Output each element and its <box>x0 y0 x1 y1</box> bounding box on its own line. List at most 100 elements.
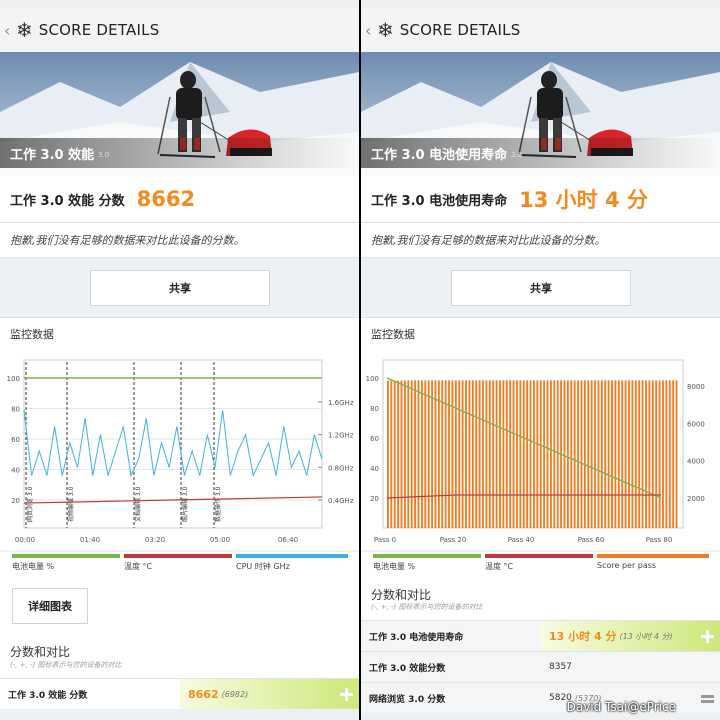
hero-label: 工作 3.0 效能 3.0 <box>0 138 359 168</box>
compare-row-score: 8357 <box>549 662 572 672</box>
score-bar <box>570 380 573 528</box>
back-icon[interactable]: ‹ <box>4 21 14 40</box>
share-button[interactable]: 共享 <box>451 270 631 306</box>
segment-label: 数据操作 3.0 <box>214 486 222 522</box>
score-bar <box>448 380 450 528</box>
compare-subtitle: (-, +, -) 图标表示与您的设备的对比 <box>10 661 122 669</box>
score-bar <box>482 380 484 528</box>
score-bar <box>502 380 505 528</box>
hero-title: 工作 3.0 效能 <box>10 147 95 163</box>
score-label: 工作 3.0 电池使用寿命 <box>371 193 508 209</box>
compare-row-battery[interactable]: 工作 3.0 电池使用寿命 13 小时 4 分 (13 小时 4 分) <box>361 620 720 651</box>
score-bar <box>536 380 539 528</box>
score-bar <box>492 380 495 528</box>
score-bar <box>533 380 535 528</box>
y-right-tick-label: 0.8GHz <box>328 464 354 472</box>
right-monitor-chart: 100 80 60 40 20 8000 6000 4000 2000 Pass 0 Pass 20… <box>366 359 705 544</box>
score-bar <box>546 380 549 528</box>
score-bar <box>478 380 481 528</box>
y-tick-label: 20 <box>11 497 20 505</box>
score-bar <box>553 380 556 528</box>
score-bar <box>543 380 546 528</box>
score-bar <box>658 380 661 528</box>
score-bar <box>485 380 488 528</box>
score-bar <box>587 380 590 528</box>
score-bar <box>600 380 603 528</box>
score-bar <box>465 380 467 528</box>
y-tick-label: 20 <box>370 495 379 503</box>
score-bar <box>475 380 478 528</box>
legend-temp-label: 温度 °C <box>124 562 153 571</box>
segment-label: 照片编辑 3.0 <box>181 486 189 522</box>
y-tick-label: 60 <box>370 435 379 443</box>
legend-cpu-label: CPU 时钟 GHz <box>236 562 290 571</box>
plus-icon <box>700 629 714 643</box>
score-bar <box>651 380 654 528</box>
score-bar <box>655 380 658 528</box>
compare-row-performance[interactable]: 工作 3.0 效能分数 8357 <box>361 651 720 682</box>
y-right-tick-label: 4000 <box>687 458 705 466</box>
compare-subtitle: (-, +, -) 图标表示与您的设备的对比 <box>371 603 483 611</box>
note-box: 抱歉,我们没有足够的数据来对比此设备的分数。 <box>361 223 720 258</box>
score-bar <box>662 380 664 528</box>
left-topbar: ‹ ❄ SCORE DETAILS <box>0 8 359 53</box>
x-tick-label: 00:00 <box>15 536 35 544</box>
compare-row-label: 工作 3.0 效能 分数 <box>8 690 88 701</box>
hero-version: 3.0 <box>511 151 523 159</box>
score-bar <box>665 380 668 528</box>
compare-row-value: 8662 (6982) <box>180 679 359 709</box>
score-bar <box>594 380 596 528</box>
score-value: 8662 <box>136 187 196 211</box>
score-bar <box>607 380 610 528</box>
score-bar <box>509 380 512 528</box>
snowflake-icon: ❄ <box>377 18 394 42</box>
y-tick-label: 80 <box>370 405 379 413</box>
compare-row-label: 工作 3.0 效能分数 <box>369 663 446 674</box>
score-bar <box>499 380 501 528</box>
score-bar <box>668 380 671 528</box>
x-tick-label: 03:20 <box>145 536 165 544</box>
compare-row-value: 13 小时 4 分 (13 小时 4 分) <box>541 621 720 651</box>
score-bar <box>573 380 576 528</box>
score-bar <box>403 380 406 528</box>
watermark: David Tsai@ePrice <box>566 700 676 714</box>
score-bar <box>556 380 559 528</box>
score-bar <box>431 380 434 528</box>
left-chart-area: 100 80 60 40 20 1.6GHz 1.2GHz 0.8GHz 0.4GHz 00:00… <box>0 350 359 550</box>
score-bar <box>631 380 634 528</box>
x-tick-label: 01:40 <box>80 536 100 544</box>
legend-score: Score per pass <box>597 554 709 578</box>
score-bar <box>539 380 542 528</box>
score-bar <box>516 380 518 528</box>
x-tick-label: 05:00 <box>210 536 230 544</box>
back-icon[interactable]: ‹ <box>365 21 375 40</box>
compare-row[interactable]: 工作 3.0 效能 分数 8662 (6982) <box>0 678 359 709</box>
score-bar <box>566 380 569 528</box>
legend-cpu: CPU 时钟 GHz <box>236 554 348 578</box>
y-tick-label: 40 <box>11 467 20 475</box>
monitor-title: 监控数据 <box>371 328 415 341</box>
legend-score-label: Score per pass <box>597 561 657 570</box>
left-monitor-chart: 100 80 60 40 20 1.6GHz 1.2GHz 0.8GHz 0.4GHz 00:00… <box>7 359 354 544</box>
legend-battery: 电池电量 % <box>12 554 120 578</box>
score-bar <box>495 380 498 528</box>
compare-title: 分数和对比 <box>371 588 432 602</box>
share-button[interactable]: 共享 <box>90 270 270 306</box>
score-bar <box>397 380 400 528</box>
right-topbar: ‹ ❄ SCORE DETAILS <box>361 8 720 53</box>
score-bar <box>675 380 678 528</box>
detail-chart-button[interactable]: 详细图表 <box>12 588 88 624</box>
score-bar <box>522 380 525 528</box>
score-bar <box>580 380 583 528</box>
y-right-tick-label: 2000 <box>687 495 705 503</box>
score-bar <box>488 380 491 528</box>
y-tick-label: 40 <box>370 465 379 473</box>
compare-row-score: 8662 <box>188 687 219 701</box>
score-bar <box>590 380 593 528</box>
score-label: 工作 3.0 效能 分数 <box>10 193 125 209</box>
y-right-tick-label: 6000 <box>687 420 705 428</box>
compare-row-label: 工作 3.0 电池使用寿命 <box>369 632 464 643</box>
compare-row-label: 网络浏览 3.0 分数 <box>369 694 446 705</box>
score-bar <box>387 380 389 528</box>
legend-battery: 电池电量 % <box>373 554 481 578</box>
